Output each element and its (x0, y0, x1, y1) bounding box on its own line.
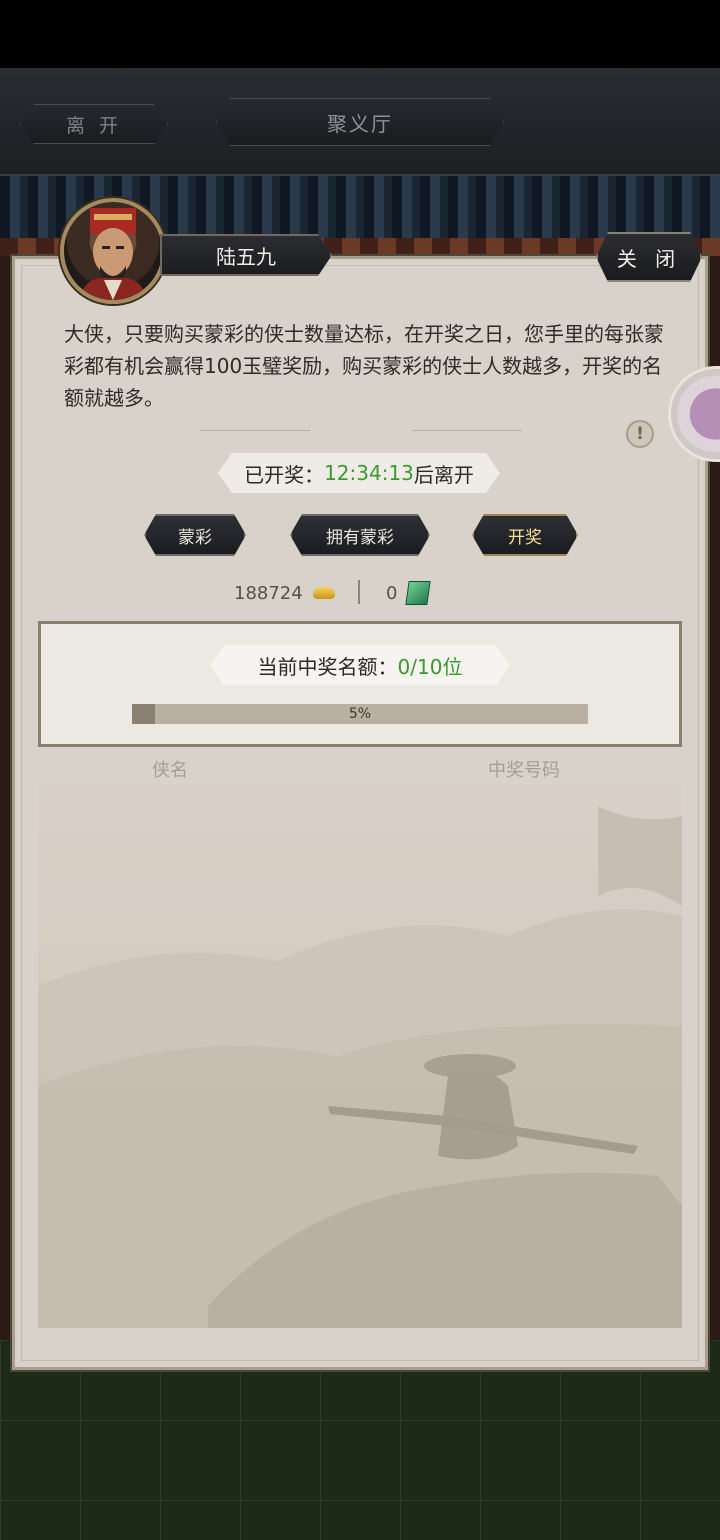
draw-status: 已开奖： 12:34:13 后离开 (218, 453, 500, 493)
status-prefix: 已开奖： (244, 462, 325, 487)
quota-progress-text: 5% (348, 706, 372, 722)
status-suffix: 后离开 (413, 462, 474, 487)
ornament-right (412, 430, 522, 438)
tab-owned-lottery[interactable]: 拥有蒙彩 (290, 514, 430, 556)
gold-counter: 188724 (234, 578, 335, 608)
status-timer: 12:34:13 (324, 461, 414, 485)
currency-divider (358, 580, 360, 604)
column-header-number: 中奖号码 (488, 760, 560, 781)
quota-progress-bar: 5% (132, 704, 588, 724)
jade-icon (405, 581, 432, 605)
gold-amount: 188724 (234, 582, 303, 604)
winner-quota: 当前中奖名额： 0/10位 (210, 645, 510, 685)
winner-quota-label: 当前中奖名额： (257, 654, 398, 679)
npc-name-plate: 陆五九 (160, 234, 332, 276)
winner-quota-value: 0/10位 (397, 654, 463, 679)
background-floor (0, 1340, 720, 1540)
column-header-name: 侠名 (152, 760, 188, 781)
ink-landscape-illustration (38, 806, 682, 1328)
leave-button[interactable]: 离 开 (20, 104, 168, 144)
jade-amount: 0 (386, 582, 398, 604)
winner-list (38, 786, 682, 1328)
status-bar (0, 0, 720, 68)
tab-lottery[interactable]: 蒙彩 (144, 514, 246, 556)
hall-title: 聚义厅 (216, 98, 504, 146)
npc-portrait (60, 198, 166, 304)
ornament-left (200, 430, 310, 438)
lottery-description: 大侠，只要购买蒙彩的侠士数量达标，在开奖之日，您手里的每张蒙彩都有机会赢得100… (64, 322, 664, 410)
info-icon[interactable]: ! (626, 420, 654, 448)
tab-draw[interactable]: 开奖 (472, 514, 578, 556)
jade-counter: 0 (386, 578, 432, 608)
close-button[interactable]: 关 闭 (596, 232, 702, 282)
gold-ingot-icon (312, 587, 335, 599)
